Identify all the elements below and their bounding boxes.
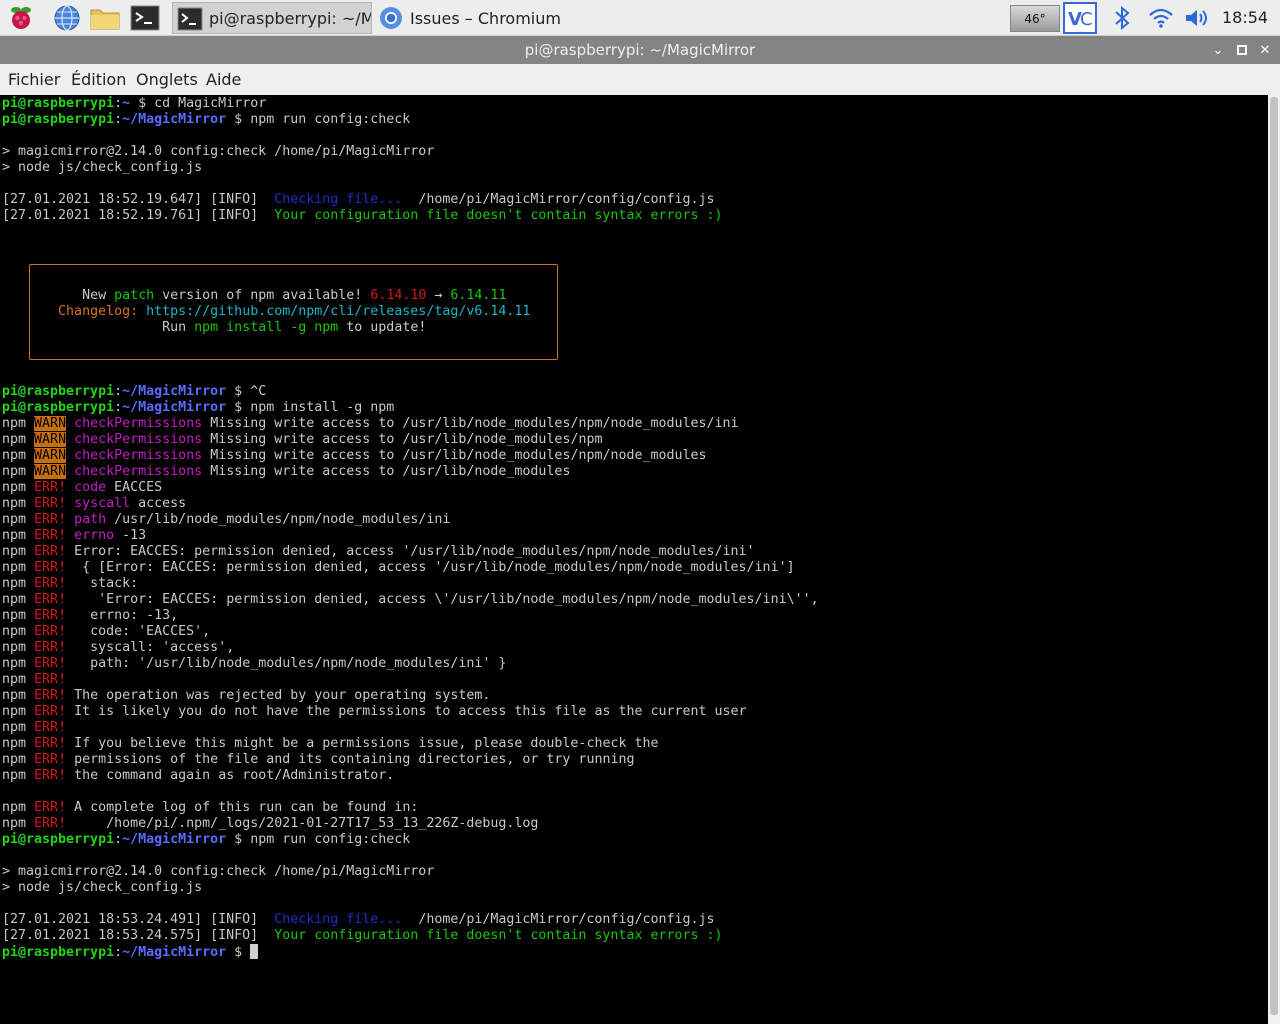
npm-err-line: npm ERR! code: 'EACCES', bbox=[2, 624, 211, 639]
npm-err-line: npm ERR! /home/pi/.npm/_logs/2021-01-27T… bbox=[2, 816, 539, 831]
npm-err-line: npm ERR! Error: EACCES: permission denie… bbox=[2, 544, 755, 559]
npm-err-line: npm ERR! path /usr/lib/node_modules/npm/… bbox=[2, 512, 451, 527]
npm-warn-line: npm WARN checkPermissions Missing write … bbox=[2, 448, 707, 463]
npm-err-line: npm ERR! the command again as root/Admin… bbox=[2, 768, 395, 783]
terminal-line: pi@raspberrypi:~/MagicMirror $ npm insta… bbox=[2, 400, 395, 415]
svg-text:C: C bbox=[1080, 9, 1093, 30]
npm-update-box bbox=[29, 264, 558, 360]
npm-err-line: npm ERR! bbox=[2, 720, 67, 735]
npm-err-line: npm ERR! 'Error: EACCES: permission deni… bbox=[2, 592, 819, 607]
taskbar: pi@raspberrypi: ~/M... Issues – Chromium… bbox=[0, 0, 1280, 36]
maximize-icon[interactable] bbox=[1233, 41, 1251, 59]
menu-onglets[interactable]: Onglets bbox=[136, 64, 198, 95]
task-chromium-label: Issues – Chromium bbox=[410, 8, 561, 28]
terminal-line: [27.01.2021 18:52.19.647] [INFO] Checkin… bbox=[2, 192, 715, 207]
npm-warn-line: npm WARN checkPermissions Missing write … bbox=[2, 416, 739, 431]
wifi-icon[interactable] bbox=[1146, 0, 1176, 36]
terminal-launcher-icon[interactable] bbox=[130, 3, 160, 33]
terminal-line: [27.01.2021 18:52.19.761] [INFO] Your co… bbox=[2, 208, 723, 223]
npm-err-line: npm ERR! The operation was rejected by y… bbox=[2, 688, 491, 703]
npm-err-line: npm ERR! bbox=[2, 672, 67, 687]
npm-err-line: npm ERR! path: '/usr/lib/node_modules/np… bbox=[2, 656, 507, 671]
file-manager-icon[interactable] bbox=[90, 3, 120, 33]
npm-err-line: npm ERR! code EACCES bbox=[2, 480, 163, 495]
menubar: Fichier Édition Onglets Aide bbox=[0, 64, 1280, 95]
terminal-line: > magicmirror@2.14.0 config:check /home/… bbox=[2, 864, 435, 879]
terminal-icon bbox=[177, 7, 203, 31]
vnc-icon[interactable]: V C bbox=[1062, 0, 1098, 36]
npm-err-line: npm ERR! errno -13 bbox=[2, 528, 147, 543]
npm-err-line: npm ERR! errno: -13, bbox=[2, 608, 179, 623]
terminal-line: pi@raspberrypi:~/MagicMirror $ npm run c… bbox=[2, 832, 411, 847]
task-terminal[interactable]: pi@raspberrypi: ~/M... bbox=[172, 2, 372, 34]
window-title: pi@raspberrypi: ~/MagicMirror bbox=[524, 41, 756, 59]
npm-err-line: npm ERR! { [Error: EACCES: permission de… bbox=[2, 560, 795, 575]
npm-err-line: npm ERR! syscall access bbox=[2, 496, 187, 511]
minimize-icon[interactable]: ⌄ bbox=[1209, 41, 1227, 59]
volume-icon[interactable] bbox=[1182, 0, 1214, 36]
terminal-line: pi@raspberrypi:~/MagicMirror $ ^C bbox=[2, 384, 267, 399]
task-terminal-label: pi@raspberrypi: ~/M... bbox=[209, 8, 372, 28]
terminal-line: > magicmirror@2.14.0 config:check /home/… bbox=[2, 144, 435, 159]
npm-err-line: npm ERR! permissions of the file and its… bbox=[2, 752, 635, 767]
text-cursor bbox=[250, 944, 259, 959]
npm-err-line: npm ERR! It is likely you do not have th… bbox=[2, 704, 747, 719]
web-browser-icon[interactable] bbox=[52, 3, 82, 33]
terminal-output[interactable]: pi@raspberrypi:~ $ cd MagicMirror pi@ras… bbox=[0, 95, 1268, 1024]
terminal-scrollbar[interactable] bbox=[1268, 95, 1280, 1024]
npm-err-line: npm ERR! stack: bbox=[2, 576, 139, 591]
chromium-icon bbox=[378, 6, 404, 30]
window-titlebar[interactable]: pi@raspberrypi: ~/MagicMirror ⌄ ✕ bbox=[0, 36, 1280, 64]
scrollbar-thumb[interactable] bbox=[1270, 97, 1278, 1015]
menu-fichier[interactable]: Fichier bbox=[8, 64, 60, 95]
terminal-line: [27.01.2021 18:53.24.491] [INFO] Checkin… bbox=[2, 912, 715, 927]
terminal-line: pi@raspberrypi:~ $ cd MagicMirror bbox=[2, 96, 267, 111]
cpu-temp-value: 46° bbox=[1024, 11, 1046, 26]
menu-aide[interactable]: Aide bbox=[206, 64, 241, 95]
npm-err-line: npm ERR! If you believe this might be a … bbox=[2, 736, 659, 751]
npm-err-line: npm ERR! A complete log of this run can … bbox=[2, 800, 419, 815]
raspberry-menu-icon[interactable] bbox=[6, 3, 36, 33]
task-chromium[interactable]: Issues – Chromium bbox=[374, 2, 574, 34]
close-icon[interactable]: ✕ bbox=[1256, 41, 1274, 59]
npm-err-line: npm ERR! syscall: 'access', bbox=[2, 640, 235, 655]
terminal-line: > node js/check_config.js bbox=[2, 160, 203, 175]
npm-warn-line: npm WARN checkPermissions Missing write … bbox=[2, 464, 571, 479]
terminal-prompt[interactable]: pi@raspberrypi:~/MagicMirror $ bbox=[2, 944, 1268, 960]
terminal-line: > node js/check_config.js bbox=[2, 880, 203, 895]
menu-edition[interactable]: Édition bbox=[71, 64, 126, 95]
terminal-line: [27.01.2021 18:53.24.575] [INFO] Your co… bbox=[2, 928, 723, 943]
cpu-temp-monitor[interactable]: 46° bbox=[1010, 5, 1060, 32]
terminal-line: pi@raspberrypi:~/MagicMirror $ npm run c… bbox=[2, 112, 411, 127]
clock[interactable]: 18:54 bbox=[1222, 0, 1268, 36]
npm-warn-line: npm WARN checkPermissions Missing write … bbox=[2, 432, 603, 447]
bluetooth-icon[interactable] bbox=[1108, 0, 1136, 36]
